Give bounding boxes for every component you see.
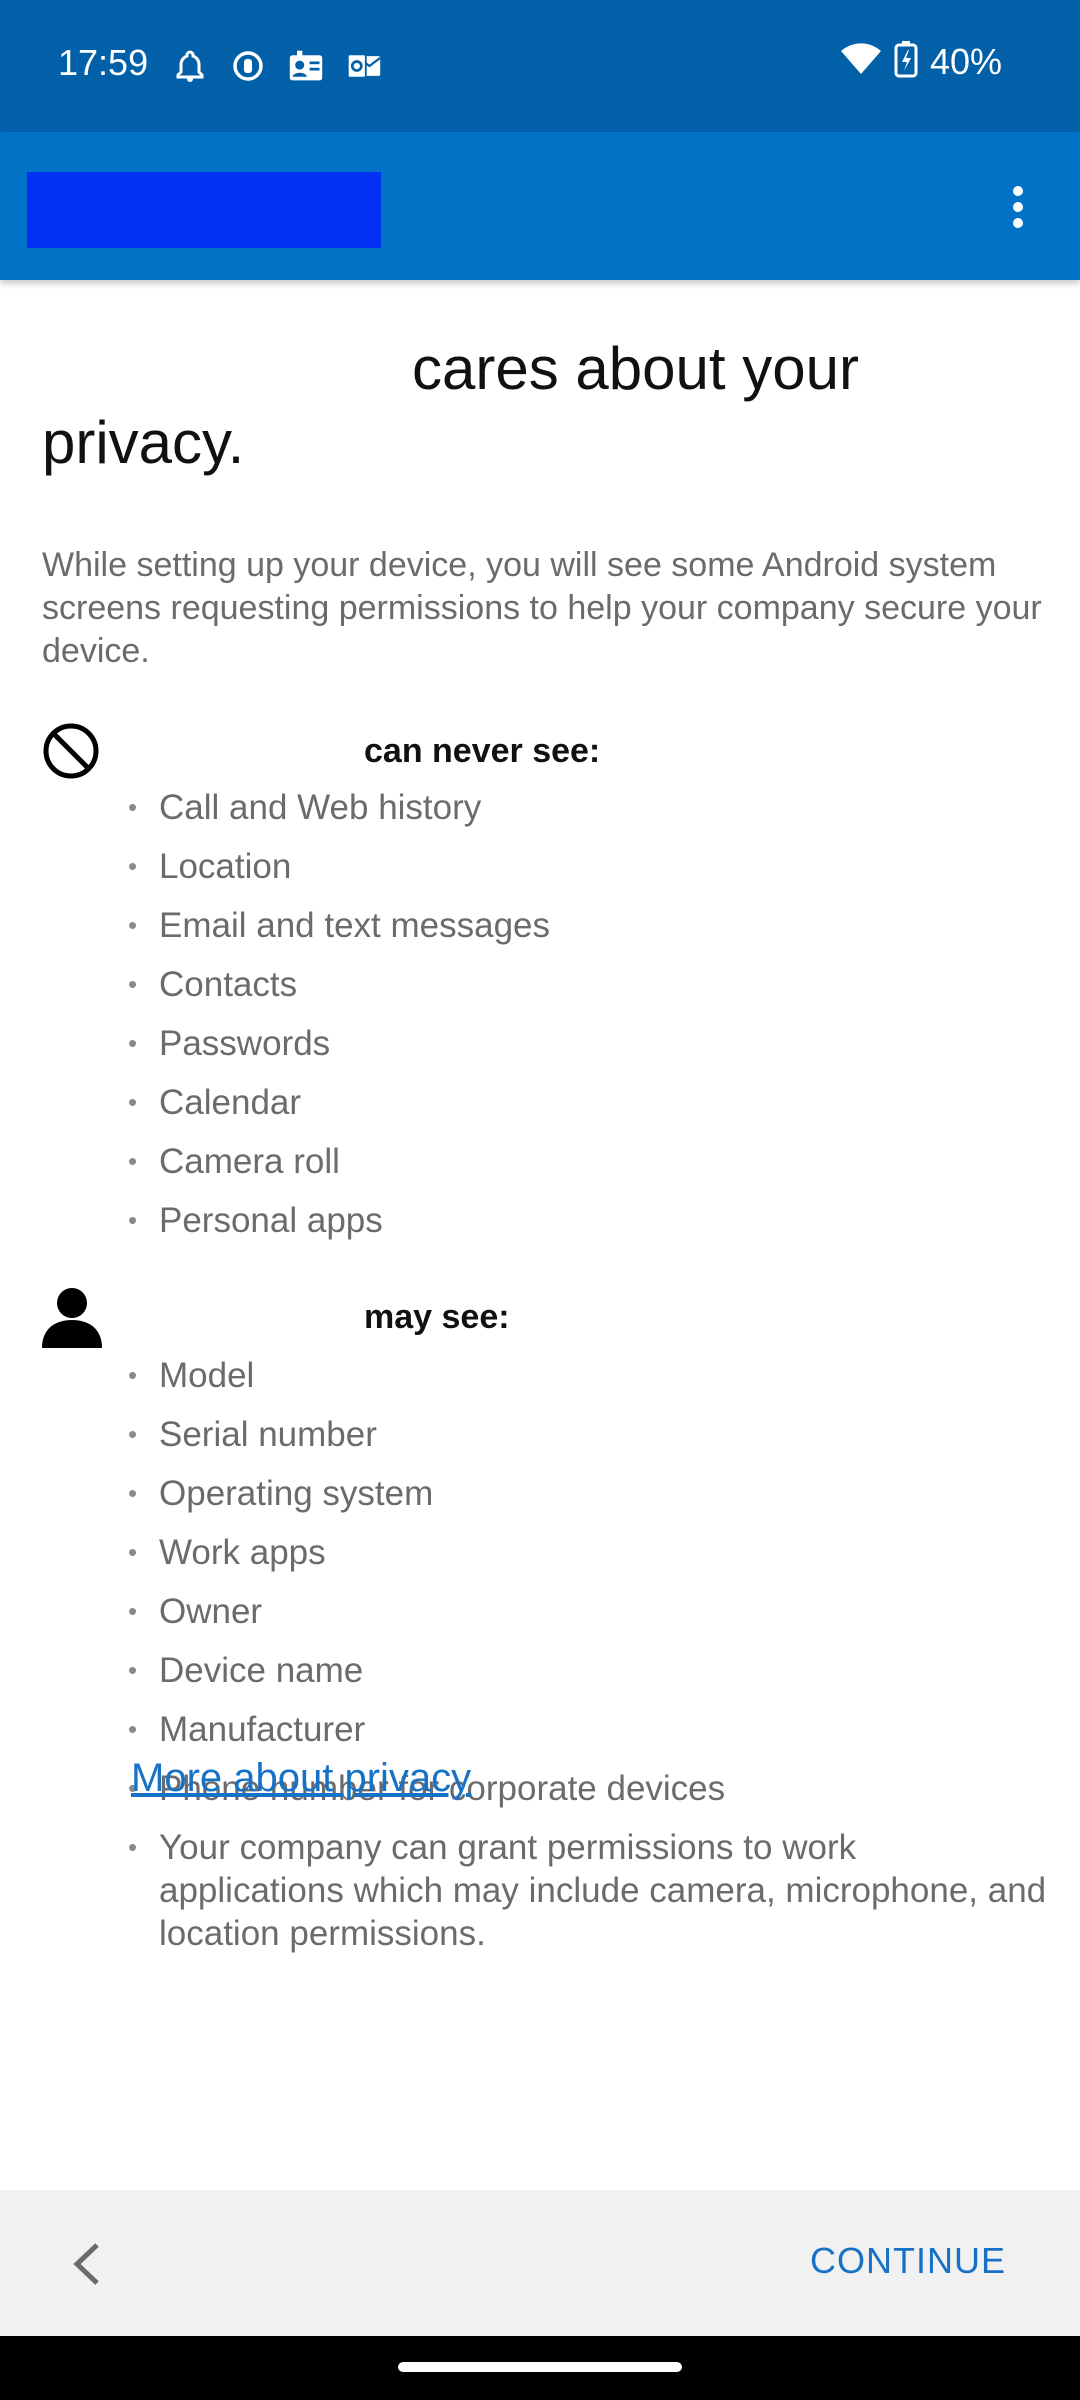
never-see-heading: can never see: [364,732,601,770]
notification-icons [172,48,382,84]
system-nav-bar [0,2336,1080,2400]
more-vert-icon [1013,186,1023,228]
status-bar: 17:59 40% [0,0,1080,132]
person-icon [42,1286,104,1348]
battery-charging-icon [894,40,918,83]
intro-text: While setting up your device, you will s… [42,546,1042,670]
system-status: 40% [840,40,1002,83]
bottom-action-bar: CONTINUE [0,2190,1080,2336]
list-item: Contacts [128,963,1048,1006]
list-item: Model [128,1354,1048,1397]
chevron-left-icon [73,2243,99,2285]
list-item: Manufacturer [128,1708,1048,1751]
list-item: Email and text messages [128,904,1048,947]
list-item: Personal apps [128,1199,1048,1242]
contacts-card-icon [288,48,324,84]
bell-icon [172,48,208,84]
company-logo-redacted [27,172,381,248]
wifi-icon [840,42,882,81]
list-item: Call and Web history [128,786,1048,829]
page-title-text: cares about your privacy. [42,335,859,476]
status-time: 17:59 [58,42,149,83]
never-see-list: Call and Web history Location Email and … [128,786,1048,1258]
list-item: Owner [128,1590,1048,1633]
more-about-privacy-link[interactable]: More about privacy [131,1756,471,1801]
outlook-icon [346,48,382,84]
block-icon [42,722,104,784]
home-gesture-handle[interactable] [398,2362,682,2372]
app-bar [0,132,1080,280]
back-button[interactable] [58,2234,114,2294]
may-see-list: Model Serial number Operating system Wor… [128,1354,1048,1971]
list-item: Passwords [128,1022,1048,1065]
more-options-button[interactable] [986,172,1050,242]
circle-dot-icon [230,48,266,84]
continue-button[interactable]: CONTINUE [810,2240,1006,2282]
list-item: Serial number [128,1413,1048,1456]
list-item: Camera roll [128,1140,1048,1183]
battery-percent: 40% [929,40,1002,82]
page-title: cares about your privacy. [42,332,1042,480]
list-item: Device name [128,1649,1048,1692]
list-item: Your company can grant permissions to wo… [128,1826,1048,1955]
list-item: Work apps [128,1531,1048,1574]
list-item: Calendar [128,1081,1048,1124]
list-item: Location [128,845,1048,888]
may-see-heading: may see: [364,1298,510,1336]
list-item: Operating system [128,1472,1048,1515]
